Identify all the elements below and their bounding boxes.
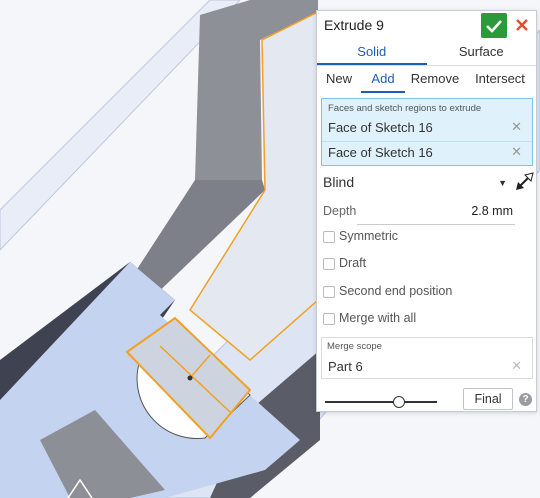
final-button[interactable]: Final — [463, 388, 513, 410]
remove-face-icon[interactable]: ✕ — [511, 119, 522, 135]
merge-with-all-checkbox[interactable]: Merge with all — [321, 309, 521, 331]
merge-scope-box[interactable]: Merge scope Part 6 ✕ — [321, 337, 533, 379]
symmetric-checkbox[interactable]: Symmetric — [321, 227, 521, 249]
preview-point — [187, 375, 193, 381]
merge-scope-value: Part 6 — [328, 359, 363, 374]
tab-add[interactable]: Add — [361, 66, 405, 93]
checkmark-icon — [486, 19, 502, 33]
draft-checkbox[interactable]: Draft — [321, 254, 521, 276]
depth-value: 2.8 mm — [471, 204, 513, 218]
remove-face-icon[interactable]: ✕ — [511, 144, 522, 160]
dialog-title: Extrude 9 — [324, 17, 384, 33]
tab-remove[interactable]: Remove — [405, 66, 465, 93]
dialog-header: Extrude 9 — [317, 11, 536, 40]
checkbox-label: Merge with all — [339, 311, 417, 325]
tab-intersect[interactable]: Intersect — [465, 66, 535, 93]
depth-field[interactable]: Depth 2.8 mm — [321, 201, 533, 225]
faces-selection-box[interactable]: Faces and sketch regions to extrude Face… — [321, 98, 533, 166]
checkbox-label: Draft — [339, 256, 367, 270]
checkbox-label: Second end position — [339, 284, 453, 298]
depth-label: Depth — [323, 204, 357, 218]
help-icon[interactable]: ? — [519, 393, 532, 406]
operation-tabs: New Add Remove Intersect — [317, 66, 536, 93]
end-type-dropdown[interactable]: Blind ▼ — [321, 171, 509, 195]
rollback-slider[interactable] — [325, 396, 437, 408]
flip-direction-icon — [516, 172, 534, 190]
checkbox-box[interactable] — [323, 286, 335, 298]
end-type-value: Blind — [323, 174, 355, 190]
close-icon — [516, 19, 528, 31]
face-item-label: Face of Sketch 16 — [328, 120, 433, 135]
merge-scope-label: Merge scope — [327, 341, 382, 352]
tab-solid[interactable]: Solid — [317, 40, 427, 65]
accept-button[interactable] — [481, 13, 507, 38]
tab-new[interactable]: New — [317, 66, 361, 93]
faces-label: Faces and sketch regions to extrude — [328, 103, 482, 114]
checkbox-box[interactable] — [323, 231, 335, 243]
checkbox-box[interactable] — [323, 258, 335, 270]
depth-underline — [357, 224, 515, 225]
cancel-button[interactable] — [513, 16, 531, 34]
tab-surface[interactable]: Surface — [427, 40, 537, 65]
face-item[interactable]: Face of Sketch 16 ✕ — [322, 117, 532, 139]
flip-direction-button[interactable] — [513, 171, 535, 193]
face-item-label: Face of Sketch 16 — [328, 145, 433, 160]
checkbox-label: Symmetric — [339, 229, 399, 243]
face-item[interactable]: Face of Sketch 16 ✕ — [322, 141, 532, 164]
slider-knob[interactable] — [393, 396, 405, 408]
second-end-position-checkbox[interactable]: Second end position — [321, 282, 521, 304]
extrude-dialog: Extrude 9 Solid Surface New Add Remove I… — [316, 10, 537, 412]
remove-scope-icon[interactable]: ✕ — [511, 358, 522, 374]
checkbox-box[interactable] — [323, 313, 335, 325]
body-type-tabs: Solid Surface — [317, 40, 536, 66]
slider-track — [325, 401, 437, 403]
chevron-down-icon: ▼ — [498, 178, 507, 188]
